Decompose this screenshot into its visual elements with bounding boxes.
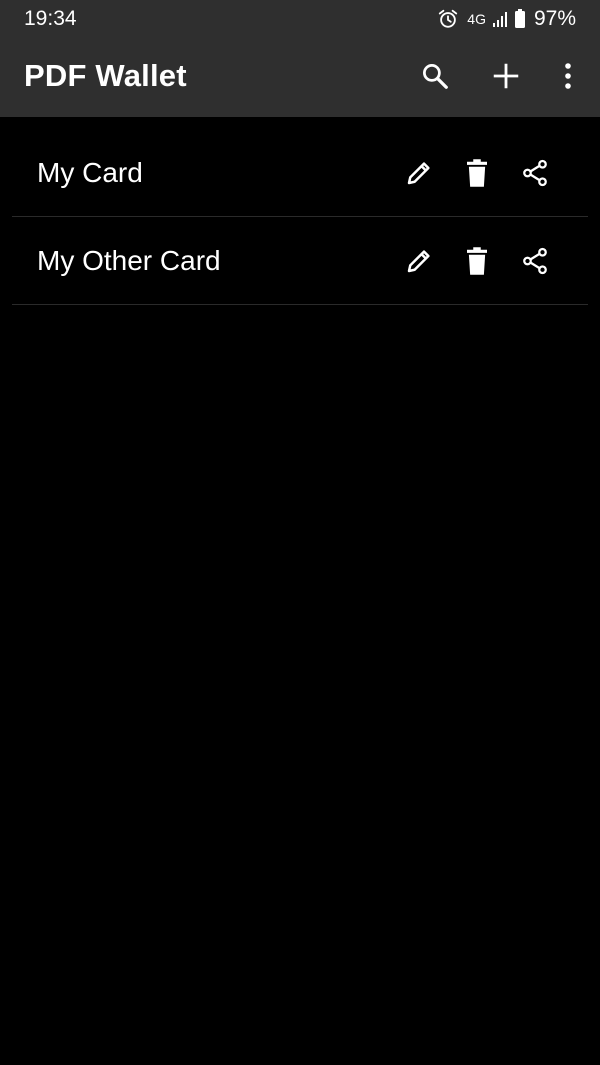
- share-icon: [523, 159, 547, 187]
- delete-button[interactable]: [457, 241, 497, 281]
- card-name[interactable]: My Other Card: [37, 245, 221, 277]
- status-bar: 19:34 4G 97%: [0, 0, 600, 38]
- delete-button[interactable]: [457, 153, 497, 193]
- card-row[interactable]: My Other Card: [0, 217, 600, 305]
- app-title: PDF Wallet: [24, 58, 187, 93]
- card-name[interactable]: My Card: [37, 157, 143, 189]
- more-options-button[interactable]: [546, 54, 590, 98]
- edit-icon: [407, 162, 430, 185]
- search-button[interactable]: [413, 54, 457, 98]
- screen: 19:34 4G 97% PDF Wallet My Card My Other…: [0, 0, 600, 1065]
- edit-button[interactable]: [399, 241, 439, 281]
- share-button[interactable]: [515, 153, 555, 193]
- share-icon: [523, 247, 547, 275]
- add-icon: [493, 63, 519, 89]
- status-icons: 4G 97%: [437, 6, 576, 32]
- card-list: My Card My Other Card: [0, 117, 600, 305]
- delete-icon: [467, 247, 487, 275]
- battery-icon: [514, 9, 526, 29]
- more-vert-icon: [565, 63, 571, 89]
- share-button[interactable]: [515, 241, 555, 281]
- alarm-icon: [437, 8, 459, 30]
- status-time: 19:34: [24, 7, 77, 30]
- edit-button[interactable]: [399, 153, 439, 193]
- app-bar: PDF Wallet: [0, 38, 600, 117]
- search-icon: [423, 64, 448, 89]
- edit-icon: [407, 250, 430, 273]
- card-row[interactable]: My Card: [0, 117, 600, 217]
- delete-icon: [467, 159, 487, 187]
- battery-percent: 97%: [533, 7, 576, 30]
- add-button[interactable]: [484, 54, 528, 98]
- network-label: 4G: [467, 11, 486, 27]
- signal-icon: [492, 10, 508, 28]
